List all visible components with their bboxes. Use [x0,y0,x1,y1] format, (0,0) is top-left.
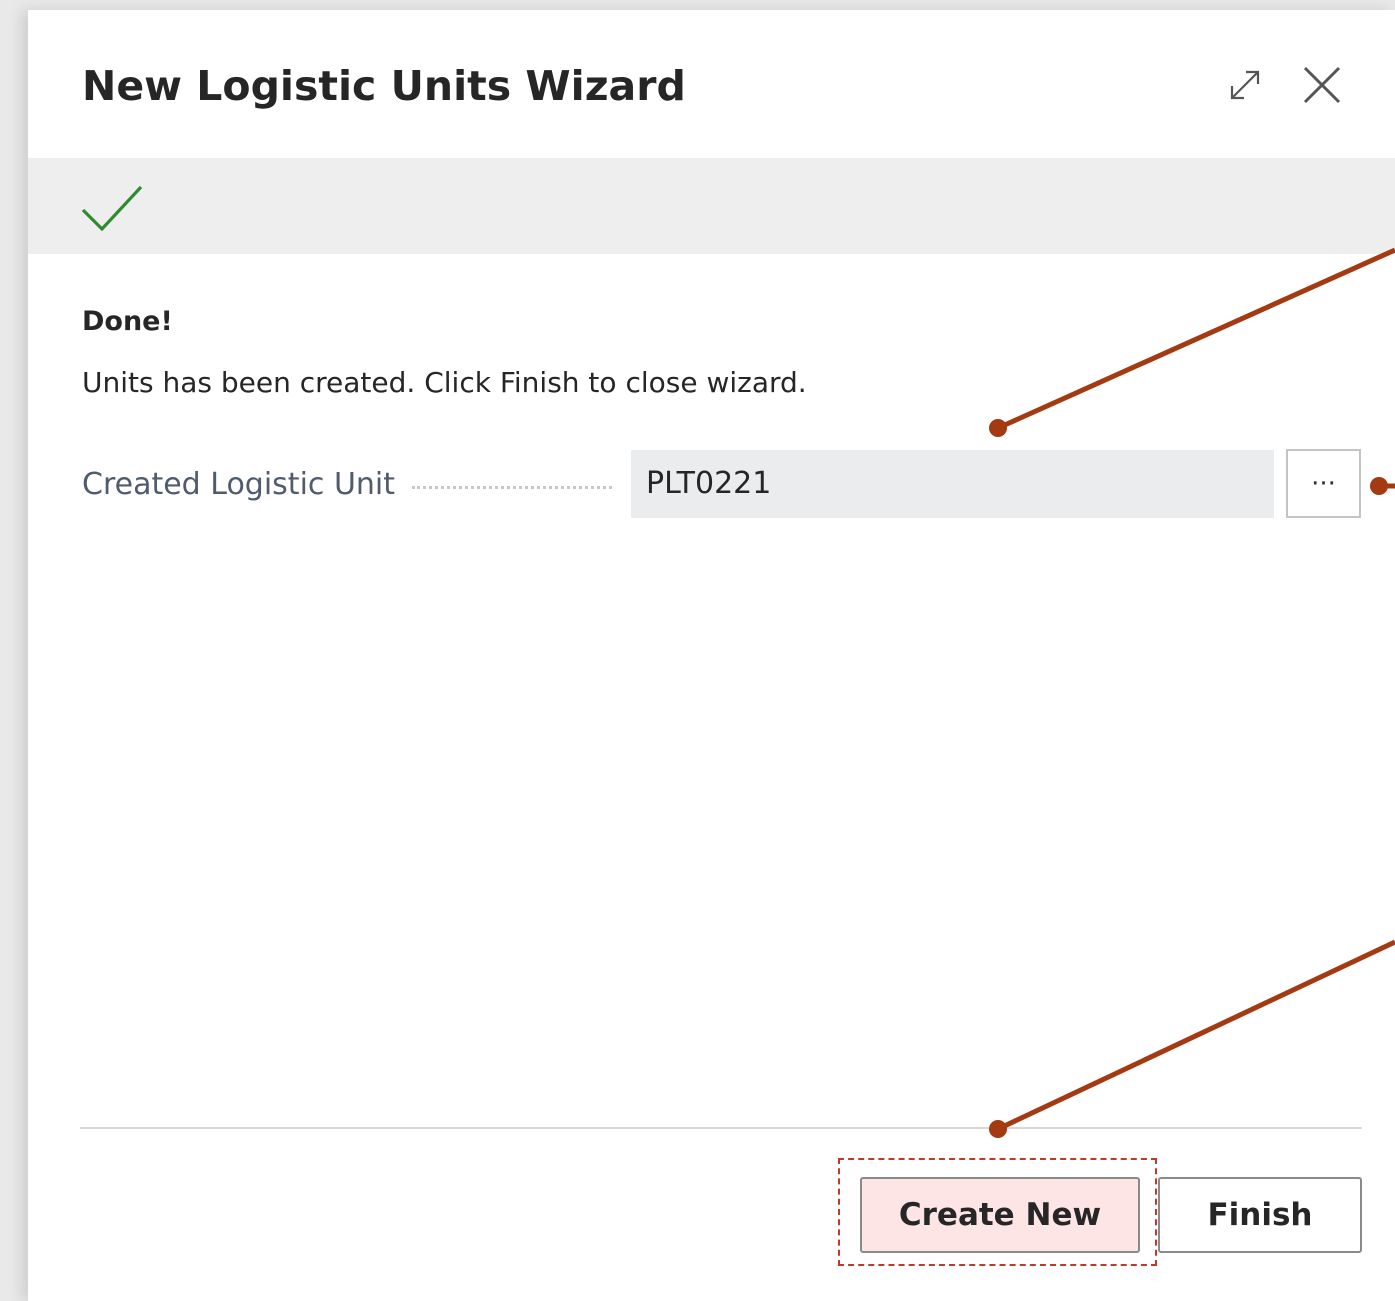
status-banner [28,158,1395,254]
field-leader-dots [412,486,612,489]
finish-button[interactable]: Finish [1158,1177,1362,1253]
wizard-dialog: New Logistic Units Wizard Done! Units ha… [28,10,1395,1301]
created-logistic-unit-field[interactable]: PLT0221 [631,450,1274,518]
create-new-button[interactable]: Create New [860,1177,1140,1253]
dialog-title: New Logistic Units Wizard [82,62,686,110]
expand-icon[interactable] [1224,64,1266,106]
close-icon[interactable] [1300,63,1344,107]
done-heading: Done! [82,306,173,337]
checkmark-icon [81,185,143,232]
assist-edit-button[interactable]: ··· [1286,449,1361,518]
done-message: Units has been created. Click Finish to … [82,366,807,399]
footer-divider [80,1127,1362,1129]
created-logistic-unit-label: Created Logistic Unit [82,467,396,502]
